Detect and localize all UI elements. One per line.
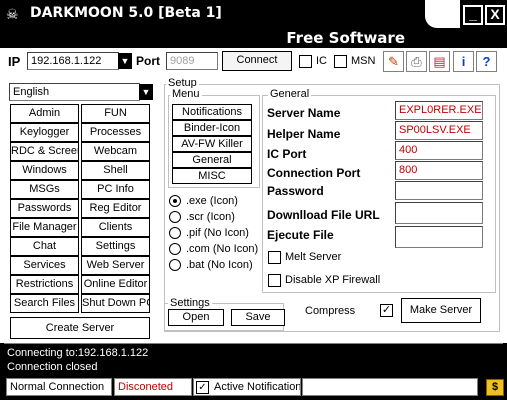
msn-checkbox[interactable]	[334, 55, 347, 68]
server-name-label: Server Name	[267, 106, 341, 120]
compress-label: Compress	[305, 305, 356, 317]
password-input[interactable]	[395, 181, 483, 200]
settings-title: Settings	[168, 297, 212, 309]
bat-radio[interactable]	[169, 259, 181, 271]
printer-icon[interactable]: ⎙	[406, 51, 427, 72]
connection-port-label: Connection Port	[267, 166, 361, 180]
file-manager-button[interactable]: File Manager	[10, 218, 79, 237]
webcam-button[interactable]: Webcam	[81, 142, 150, 161]
shell-button[interactable]: Shell	[81, 161, 150, 180]
close-button[interactable]: X	[485, 5, 505, 25]
help-icon[interactable]: ?	[476, 51, 497, 72]
open-button[interactable]: Open	[168, 309, 224, 326]
msgs-button[interactable]: MSGs	[10, 180, 79, 199]
melt-server-label: Melt Server	[285, 251, 342, 263]
language-select[interactable]: English	[9, 83, 140, 101]
ic-port-label: IC Port	[267, 147, 307, 161]
com-radio-label: .com (No Icon)	[186, 243, 259, 255]
language-dropdown-button[interactable]: ▼	[139, 84, 153, 100]
active-notification-label: Active Notification	[214, 381, 301, 393]
ip-label: IP	[8, 54, 21, 69]
scr-radio-label: .scr (Icon)	[186, 211, 235, 223]
connection-type-status: Normal Connection	[6, 378, 112, 396]
connection-port-input[interactable]: 800	[395, 161, 483, 180]
general-title: General	[268, 88, 312, 100]
menu-misc[interactable]: MISC	[172, 168, 252, 184]
active-notification-cell: Active Notification	[193, 378, 301, 396]
exe-radio-label: .exe (Icon)	[186, 195, 238, 207]
app-skull-icon: ☠	[6, 6, 19, 22]
password-label: Password	[267, 184, 324, 198]
menu-title: Menu	[170, 88, 202, 100]
ip-dropdown-button[interactable]: ▼	[118, 53, 132, 69]
window-title: DARKMOON 5.0 [Beta 1]	[30, 5, 222, 21]
menu-general[interactable]: General	[172, 152, 252, 168]
paint-icon[interactable]: ✎	[383, 51, 404, 72]
ic-checkbox[interactable]	[299, 55, 312, 68]
admin-button[interactable]: Admin	[10, 104, 79, 123]
fun-button[interactable]: FUN	[81, 104, 150, 123]
passwords-button[interactable]: Passwords	[10, 199, 79, 218]
com-radio[interactable]	[169, 243, 181, 255]
menu-av-fw-killer[interactable]: AV-FW Killer	[172, 136, 252, 152]
banner: Free Software	[0, 28, 507, 48]
web-server-button[interactable]: Web Server	[81, 256, 150, 275]
melt-server-checkbox[interactable]	[268, 251, 281, 264]
ip-input[interactable]: 192.168.1.122	[27, 52, 119, 70]
disable-xp-firewall-label: Disable XP Firewall	[285, 274, 381, 286]
processes-button[interactable]: Processes	[81, 123, 150, 142]
windows-button[interactable]: Windows	[10, 161, 79, 180]
helper-name-input[interactable]: SP00LSV.EXE	[395, 121, 483, 140]
search-files-button[interactable]: Search Files	[10, 294, 79, 313]
ic-label: IC	[316, 55, 327, 67]
helper-name-label: Helper Name	[267, 127, 341, 141]
chat-button[interactable]: Chat	[10, 237, 79, 256]
keylogger-button[interactable]: Keylogger	[10, 123, 79, 142]
port-input[interactable]: 9089	[166, 52, 218, 70]
download-url-input[interactable]	[395, 202, 483, 224]
dollar-icon[interactable]: $	[486, 379, 504, 396]
info-icon[interactable]: i	[453, 51, 474, 72]
services-button[interactable]: Services	[10, 256, 79, 275]
menu-notifications[interactable]: Notifications	[172, 104, 252, 120]
exe-radio[interactable]	[169, 195, 181, 207]
log-line: Connection closed	[7, 361, 98, 373]
online-editor-button[interactable]: Online Editor	[81, 275, 150, 294]
pif-radio[interactable]	[169, 227, 181, 239]
shut-down-pc-button[interactable]: Shut Down PC	[81, 294, 150, 313]
disable-xp-firewall-checkbox[interactable]	[268, 274, 281, 287]
bat-radio-label: .bat (No Icon)	[186, 259, 253, 271]
msn-label: MSN	[351, 55, 376, 67]
connect-button[interactable]: Connect	[222, 51, 292, 71]
make-server-button[interactable]: Make Server	[401, 298, 481, 323]
active-notification-checkbox[interactable]: ✓	[196, 381, 209, 394]
minimize-button[interactable]: _	[463, 5, 483, 25]
pc-info-button[interactable]: PC Info	[81, 180, 150, 199]
server-name-input[interactable]: EXPL0RER.EXE	[395, 101, 483, 120]
ic-port-input[interactable]: 400	[395, 141, 483, 160]
menu-binder-icon[interactable]: Binder-Icon	[172, 120, 252, 136]
status-empty-cell	[302, 378, 478, 396]
pif-radio-label: .pif (No Icon)	[186, 227, 249, 239]
scr-radio[interactable]	[169, 211, 181, 223]
title-bar: ☠ DARKMOON 5.0 [Beta 1] _ X	[0, 0, 507, 28]
banner-text: Free Software	[286, 29, 405, 47]
settings-button[interactable]: Settings	[81, 237, 150, 256]
rdc-screen-button[interactable]: RDC & Screen	[10, 142, 79, 161]
reg-editor-button[interactable]: Reg Editor	[81, 199, 150, 218]
port-label: Port	[136, 54, 160, 68]
connection-state-status: Disconeted	[114, 378, 192, 396]
create-server-button[interactable]: Create Server	[10, 317, 150, 339]
restrictions-button[interactable]: Restrictions	[10, 275, 79, 294]
save-settings-button[interactable]: Save	[231, 309, 285, 326]
ejecute-file-label: Ejecute File	[267, 228, 334, 242]
notebook-icon[interactable]: ▤	[429, 51, 450, 72]
compress-checkbox[interactable]: ✓	[380, 304, 393, 317]
download-url-label: Downlload File URL	[267, 208, 380, 222]
clients-button[interactable]: Clients	[81, 218, 150, 237]
ejecute-file-input[interactable]	[395, 226, 483, 248]
connection-log: Connecting to:192.168.1.122 Connection c…	[4, 343, 503, 375]
log-line: Connecting to:192.168.1.122	[7, 347, 149, 359]
title-decoration	[425, 0, 460, 28]
